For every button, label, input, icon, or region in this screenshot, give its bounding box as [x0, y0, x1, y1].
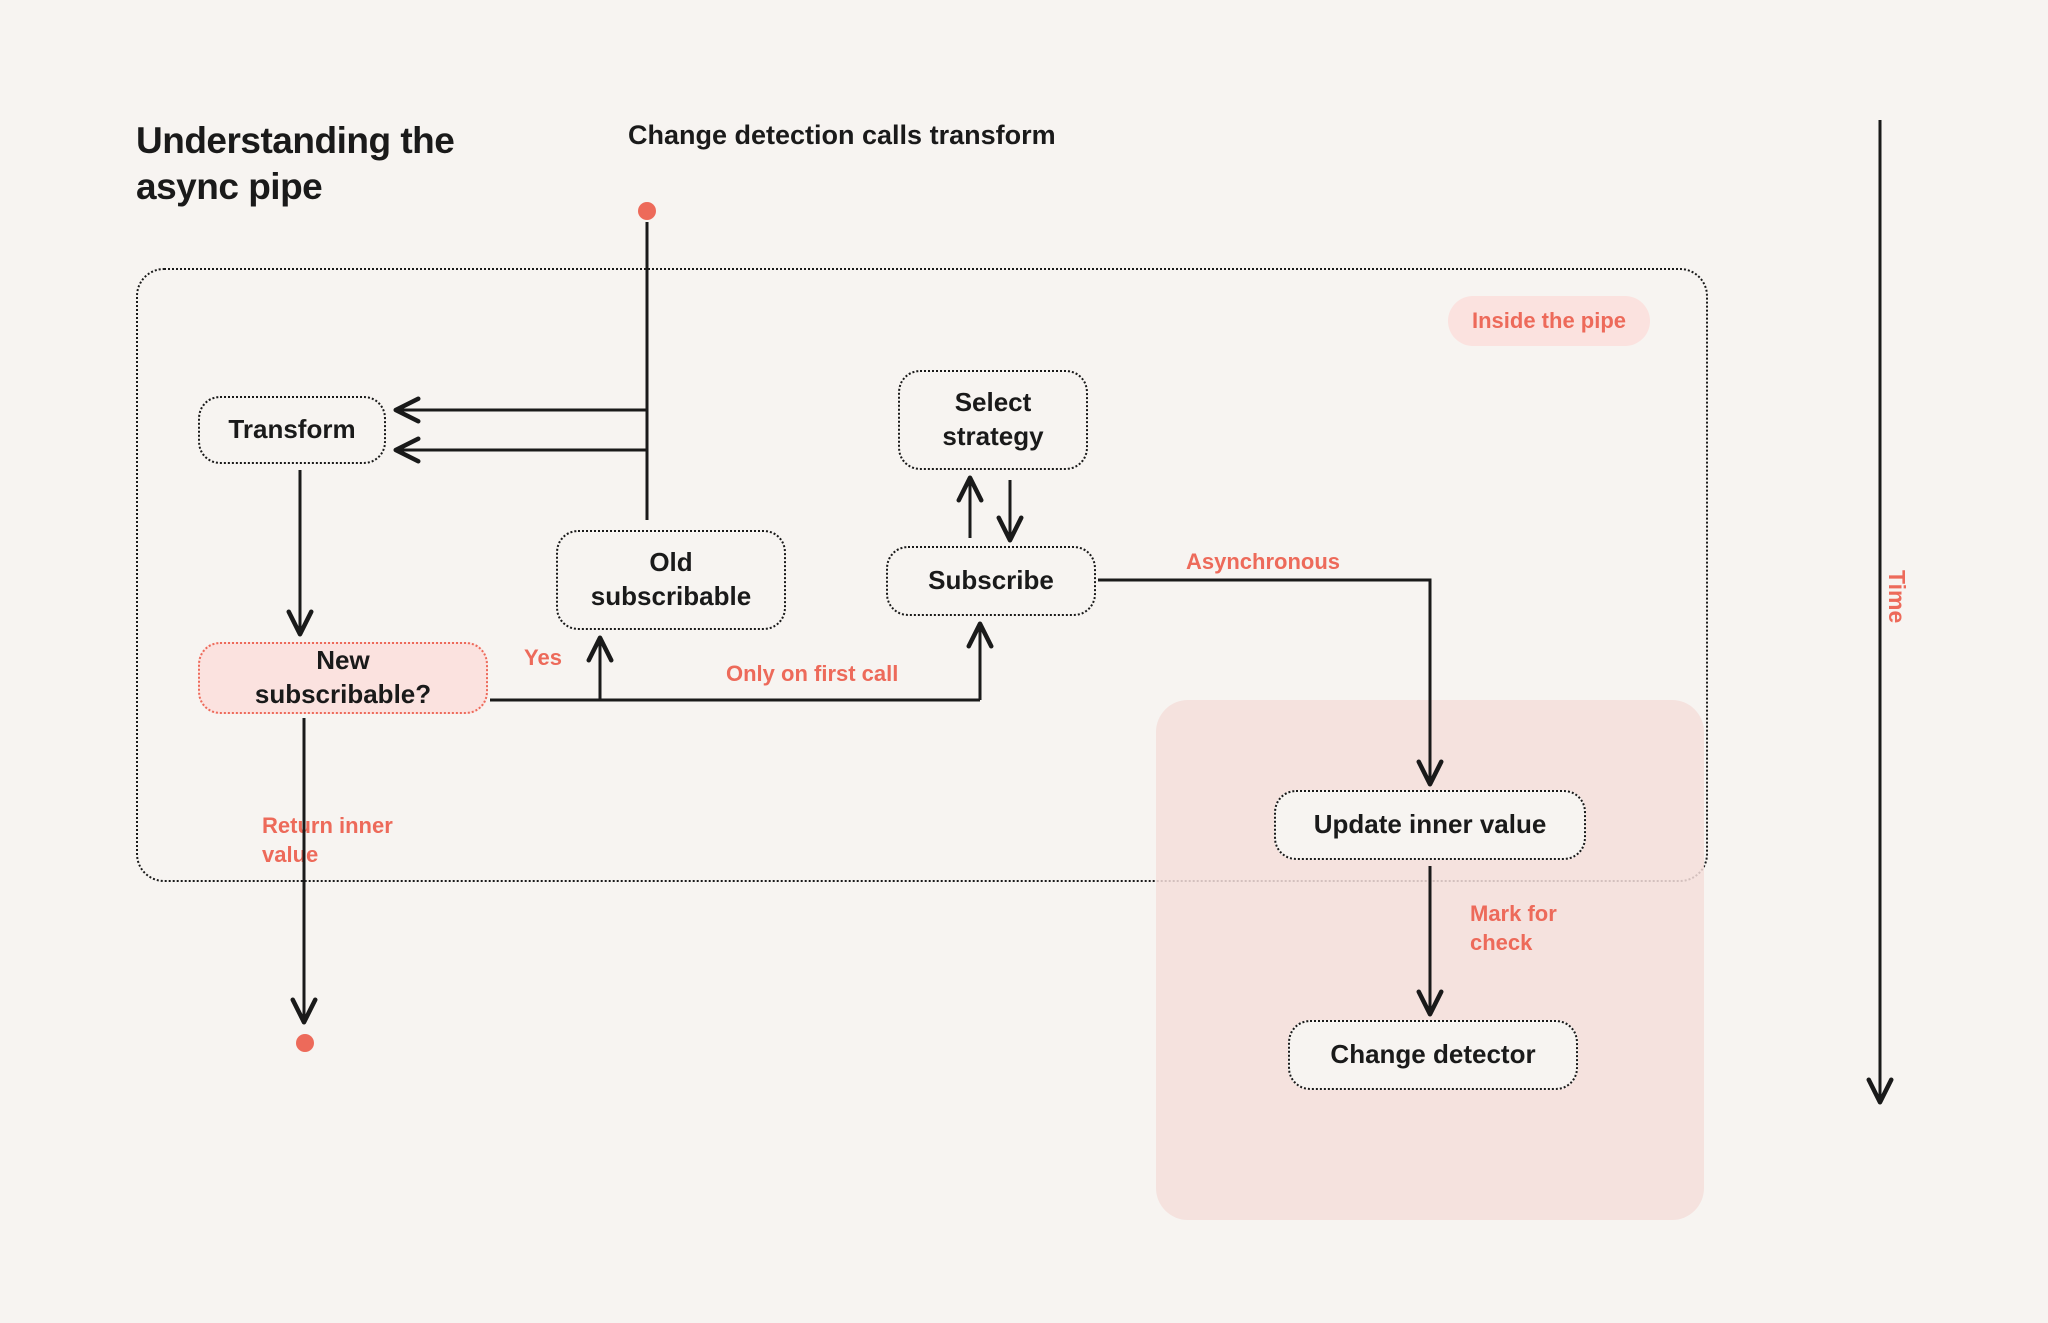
node-change-detector: Change detector — [1288, 1020, 1578, 1090]
ann-asynchronous: Asynchronous — [1186, 548, 1340, 577]
node-transform: Transform — [198, 396, 386, 464]
diagram-title: Understanding the async pipe — [136, 118, 536, 211]
node-new-subscribable: New subscribable? — [198, 642, 488, 714]
start-label: Change detection calls transform — [628, 118, 1056, 153]
node-select-strategy: Select strategy — [898, 370, 1088, 470]
inside-pipe-badge: Inside the pipe — [1448, 296, 1650, 346]
ann-yes: Yes — [524, 644, 562, 673]
diagram-canvas: Understanding the async pipe Change dete… — [0, 0, 2048, 1323]
end-dot-icon — [296, 1034, 314, 1052]
async-region — [1156, 700, 1704, 1220]
node-subscribe: Subscribe — [886, 546, 1096, 616]
ann-only-first: Only on first call — [726, 660, 898, 689]
ann-mark-for-check: Mark for check — [1470, 900, 1590, 957]
node-old-subscribable: Old subscribable — [556, 530, 786, 630]
time-axis-label: Time — [1883, 570, 1910, 623]
start-dot-icon — [638, 202, 656, 220]
node-update-inner-value: Update inner value — [1274, 790, 1586, 860]
ann-return-inner: Return inner value — [262, 812, 442, 869]
